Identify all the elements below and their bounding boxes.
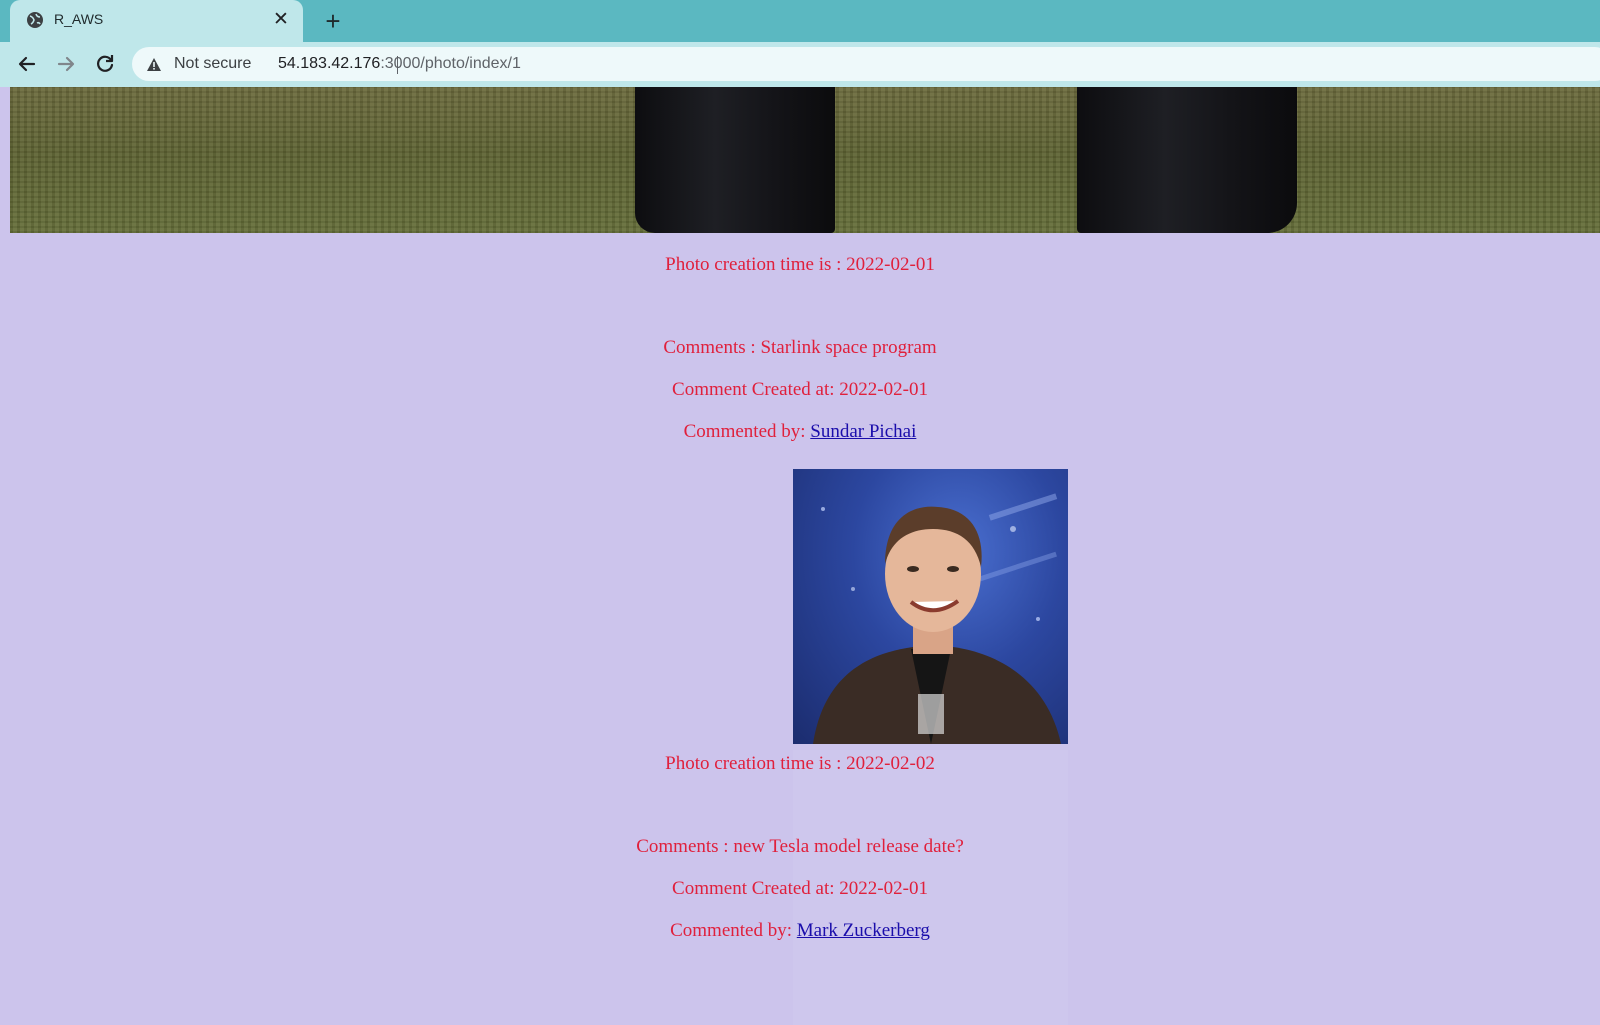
close-tab-icon[interactable]: ✕	[271, 10, 291, 30]
comment-created-at: Comment Created at: 2022-02-01	[672, 878, 928, 899]
comment-created-at: Comment Created at: 2022-02-01	[672, 379, 928, 400]
arrow-right-icon	[57, 56, 75, 72]
back-button[interactable]	[14, 51, 40, 77]
photo-creation-time: Photo creation time is : 2022-02-02	[665, 753, 935, 774]
browser-toolbar: Not secure 54.183.42.176:3000/photo/inde…	[0, 42, 1600, 87]
commented-by-label: Commented by:	[683, 421, 811, 442]
portrait-photo	[793, 469, 1068, 744]
page-content: Photo creation time is : 2022-02-01 Comm…	[0, 87, 1600, 1025]
commenter-link[interactable]: Sundar Pichai	[810, 421, 916, 442]
left-leg-shape	[635, 87, 835, 233]
url-path: :3000/photo/index/1	[380, 55, 521, 72]
forward-button[interactable]	[53, 51, 79, 77]
commented-by: Commented by: Mark Zuckerberg	[0, 920, 1600, 942]
commenter-link[interactable]: Mark Zuckerberg	[797, 920, 930, 941]
url-host: 54.183.42.176	[278, 55, 381, 72]
new-tab-button[interactable]: +	[320, 8, 346, 34]
globe-icon	[26, 11, 44, 29]
arrow-left-icon	[18, 56, 36, 72]
reload-button[interactable]	[92, 51, 118, 77]
browser-tab[interactable]: R_AWS ✕	[10, 0, 303, 42]
warning-icon[interactable]	[146, 57, 162, 72]
url-text[interactable]: 54.183.42.176:3000/photo/index/1	[278, 55, 521, 73]
photo-grass-image	[10, 87, 1600, 233]
photo-creation-time: Photo creation time is : 2022-02-01	[665, 254, 935, 275]
comment-text: Comments : Starlink space program	[663, 337, 937, 358]
commented-by-label: Commented by:	[670, 920, 797, 941]
right-leg-shape	[1077, 87, 1297, 233]
comment-text: Comments : new Tesla model release date?	[636, 836, 964, 857]
commented-by: Commented by: Sundar Pichai	[0, 421, 1600, 443]
tab-strip: R_AWS ✕ +	[0, 0, 1600, 42]
tab-title: R_AWS	[54, 11, 104, 27]
security-label[interactable]: Not secure	[174, 55, 251, 73]
address-bar[interactable]: Not secure 54.183.42.176:3000/photo/inde…	[132, 47, 1600, 81]
reload-icon	[97, 55, 114, 72]
